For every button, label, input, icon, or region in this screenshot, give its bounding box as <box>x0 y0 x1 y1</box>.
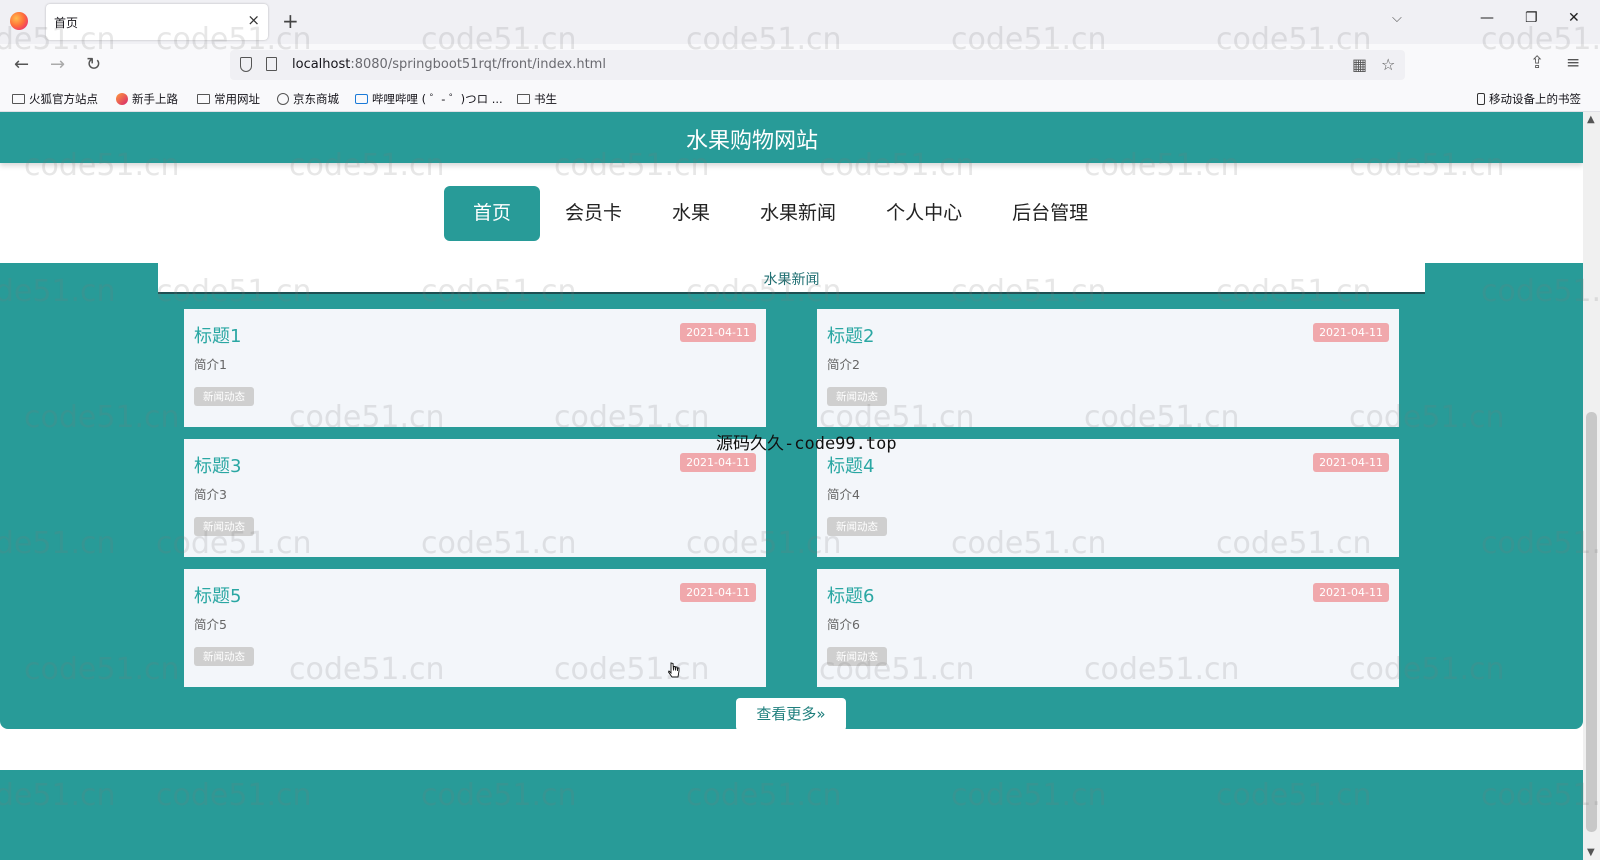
bookmark-item[interactable]: 书生 <box>517 91 557 107</box>
news-card[interactable]: 标题4 2021-04-11 简介4 新闻动态 <box>817 439 1399 557</box>
folder-icon <box>517 94 530 104</box>
forward-arrow-icon[interactable]: → <box>50 54 65 75</box>
scrollbar-thumb[interactable] <box>1586 412 1597 832</box>
news-intro: 简介5 <box>194 617 227 632</box>
browser-tab-strip: 首页 × + ⌵ — ❐ ✕ <box>0 0 1600 44</box>
folder-icon <box>12 94 25 104</box>
section-title: 水果新闻 <box>763 272 820 288</box>
bookmark-label: 京东商城 <box>293 92 339 106</box>
news-title[interactable]: 标题2 <box>827 322 874 348</box>
bookmark-item[interactable]: 京东商城 <box>277 91 339 107</box>
news-tag: 新闻动态 <box>194 647 254 666</box>
news-date-badge: 2021-04-11 <box>1313 453 1389 472</box>
minimize-button[interactable]: — <box>1480 10 1494 26</box>
bookmark-label: 书生 <box>534 92 557 106</box>
bookmark-item[interactable]: 常用网址 <box>197 91 260 107</box>
news-date-badge: 2021-04-11 <box>1313 583 1389 602</box>
mobile-bookmarks[interactable]: 移动设备上的书签 <box>1477 91 1581 107</box>
bookmarks-toolbar: 火狐官方站点 新手上路 常用网址 京东商城 哔哩哔哩 ( ゜- ゜)つロ ...… <box>0 86 1600 112</box>
bookmark-item[interactable]: 新手上路 <box>116 91 178 107</box>
menu-item-fruit-news[interactable]: 水果新闻 <box>735 186 861 241</box>
bookmark-item[interactable]: 火狐官方站点 <box>12 91 98 107</box>
shield-icon[interactable] <box>240 57 252 72</box>
extensions-icon[interactable]: ⇪ <box>1530 53 1544 73</box>
menu-item-fruit[interactable]: 水果 <box>647 186 735 241</box>
menu-item-admin[interactable]: 后台管理 <box>987 186 1113 241</box>
reload-icon[interactable]: ↻ <box>86 54 101 75</box>
news-intro: 简介2 <box>827 357 860 372</box>
footer <box>0 770 1583 860</box>
back-arrow-icon[interactable]: ← <box>14 54 29 75</box>
bookmark-item[interactable]: 哔哩哔哩 ( ゜- ゜)つロ ... <box>355 91 503 107</box>
browser-tab[interactable]: 首页 × <box>46 4 268 40</box>
address-bar[interactable]: localhost:8080/springboot51rqt/front/ind… <box>230 50 1405 80</box>
bookmark-label: 火狐官方站点 <box>29 92 98 106</box>
news-title[interactable]: 标题4 <box>827 452 874 478</box>
bilibili-tv-icon <box>355 94 368 104</box>
news-title[interactable]: 标题6 <box>827 582 874 608</box>
page-viewport: 水果购物网站 首页 会员卡 水果 水果新闻 个人中心 后台管理 水果新闻 标题1… <box>0 112 1583 860</box>
menu-hamburger-icon[interactable]: ≡ <box>1566 53 1580 73</box>
close-tab-icon[interactable]: × <box>247 11 260 29</box>
news-date-badge: 2021-04-11 <box>680 453 756 472</box>
url-host: localhost <box>292 57 351 72</box>
news-card[interactable]: 标题6 2021-04-11 简介6 新闻动态 <box>817 569 1399 687</box>
news-title[interactable]: 标题1 <box>194 322 241 348</box>
bookmark-label: 哔哩哔哩 ( ゜- ゜)つロ ... <box>372 92 503 106</box>
firefox-logo-icon <box>10 12 28 30</box>
url-text[interactable]: localhost:8080/springboot51rqt/front/ind… <box>292 57 606 72</box>
bookmark-label: 移动设备上的书签 <box>1489 92 1581 106</box>
browser-navigation-bar: ← → ↻ localhost:8080/springboot51rqt/fro… <box>0 44 1600 86</box>
news-tag: 新闻动态 <box>194 387 254 406</box>
news-intro: 简介4 <box>827 487 860 502</box>
center-watermark-text: 源码久久-code99.top <box>716 434 897 454</box>
vertical-scrollbar[interactable]: ▲ ▼ <box>1583 112 1600 860</box>
new-tab-button[interactable]: + <box>282 9 299 33</box>
scroll-up-arrow-icon[interactable]: ▲ <box>1587 114 1595 125</box>
tab-title: 首页 <box>54 16 79 30</box>
news-date-badge: 2021-04-11 <box>1313 323 1389 342</box>
news-section: 水果新闻 标题1 2021-04-11 简介1 新闻动态 标题2 2021-04… <box>0 263 1583 729</box>
news-tag: 新闻动态 <box>827 387 887 406</box>
bookmark-star-icon[interactable]: ☆ <box>1381 55 1395 74</box>
news-tag: 新闻动态 <box>827 647 887 666</box>
view-more-button[interactable]: 查看更多» <box>736 698 846 731</box>
news-card[interactable]: 标题3 2021-04-11 简介3 新闻动态 <box>184 439 766 557</box>
news-title[interactable]: 标题3 <box>194 452 241 478</box>
folder-icon <box>197 94 210 104</box>
mouse-pointer-icon <box>668 662 680 678</box>
site-header: 水果购物网站 <box>0 112 1583 163</box>
news-date-badge: 2021-04-11 <box>680 583 756 602</box>
menu-item-home[interactable]: 首页 <box>444 186 541 241</box>
qr-code-icon[interactable]: ▦ <box>1352 55 1367 74</box>
news-card[interactable]: 标题1 2021-04-11 简介1 新闻动态 <box>184 309 766 427</box>
news-title[interactable]: 标题5 <box>194 582 241 608</box>
bookmark-label: 常用网址 <box>214 92 260 106</box>
mobile-device-icon <box>1477 93 1485 105</box>
news-tag: 新闻动态 <box>194 517 254 536</box>
site-title: 水果购物网站 <box>685 129 818 154</box>
url-path: :8080/springboot51rqt/front/index.html <box>350 57 606 72</box>
menu-item-personal-center[interactable]: 个人中心 <box>861 186 987 241</box>
menu-item-membership-card[interactable]: 会员卡 <box>540 186 647 241</box>
globe-icon <box>277 93 289 105</box>
page-info-icon[interactable] <box>266 57 277 71</box>
main-menu: 首页 会员卡 水果 水果新闻 个人中心 后台管理 <box>444 186 1113 241</box>
section-header: 水果新闻 <box>158 263 1425 294</box>
news-intro: 简介3 <box>194 487 227 502</box>
bookmark-label: 新手上路 <box>132 92 178 106</box>
news-intro: 简介1 <box>194 357 227 372</box>
news-card[interactable]: 标题2 2021-04-11 简介2 新闻动态 <box>817 309 1399 427</box>
news-date-badge: 2021-04-11 <box>680 323 756 342</box>
restore-button[interactable]: ❐ <box>1525 10 1538 26</box>
news-intro: 简介6 <box>827 617 860 632</box>
news-tag: 新闻动态 <box>827 517 887 536</box>
scroll-down-arrow-icon[interactable]: ▼ <box>1587 847 1595 858</box>
list-all-tabs-icon[interactable]: ⌵ <box>1392 11 1402 26</box>
close-window-button[interactable]: ✕ <box>1568 10 1580 26</box>
firefox-icon <box>116 93 128 105</box>
